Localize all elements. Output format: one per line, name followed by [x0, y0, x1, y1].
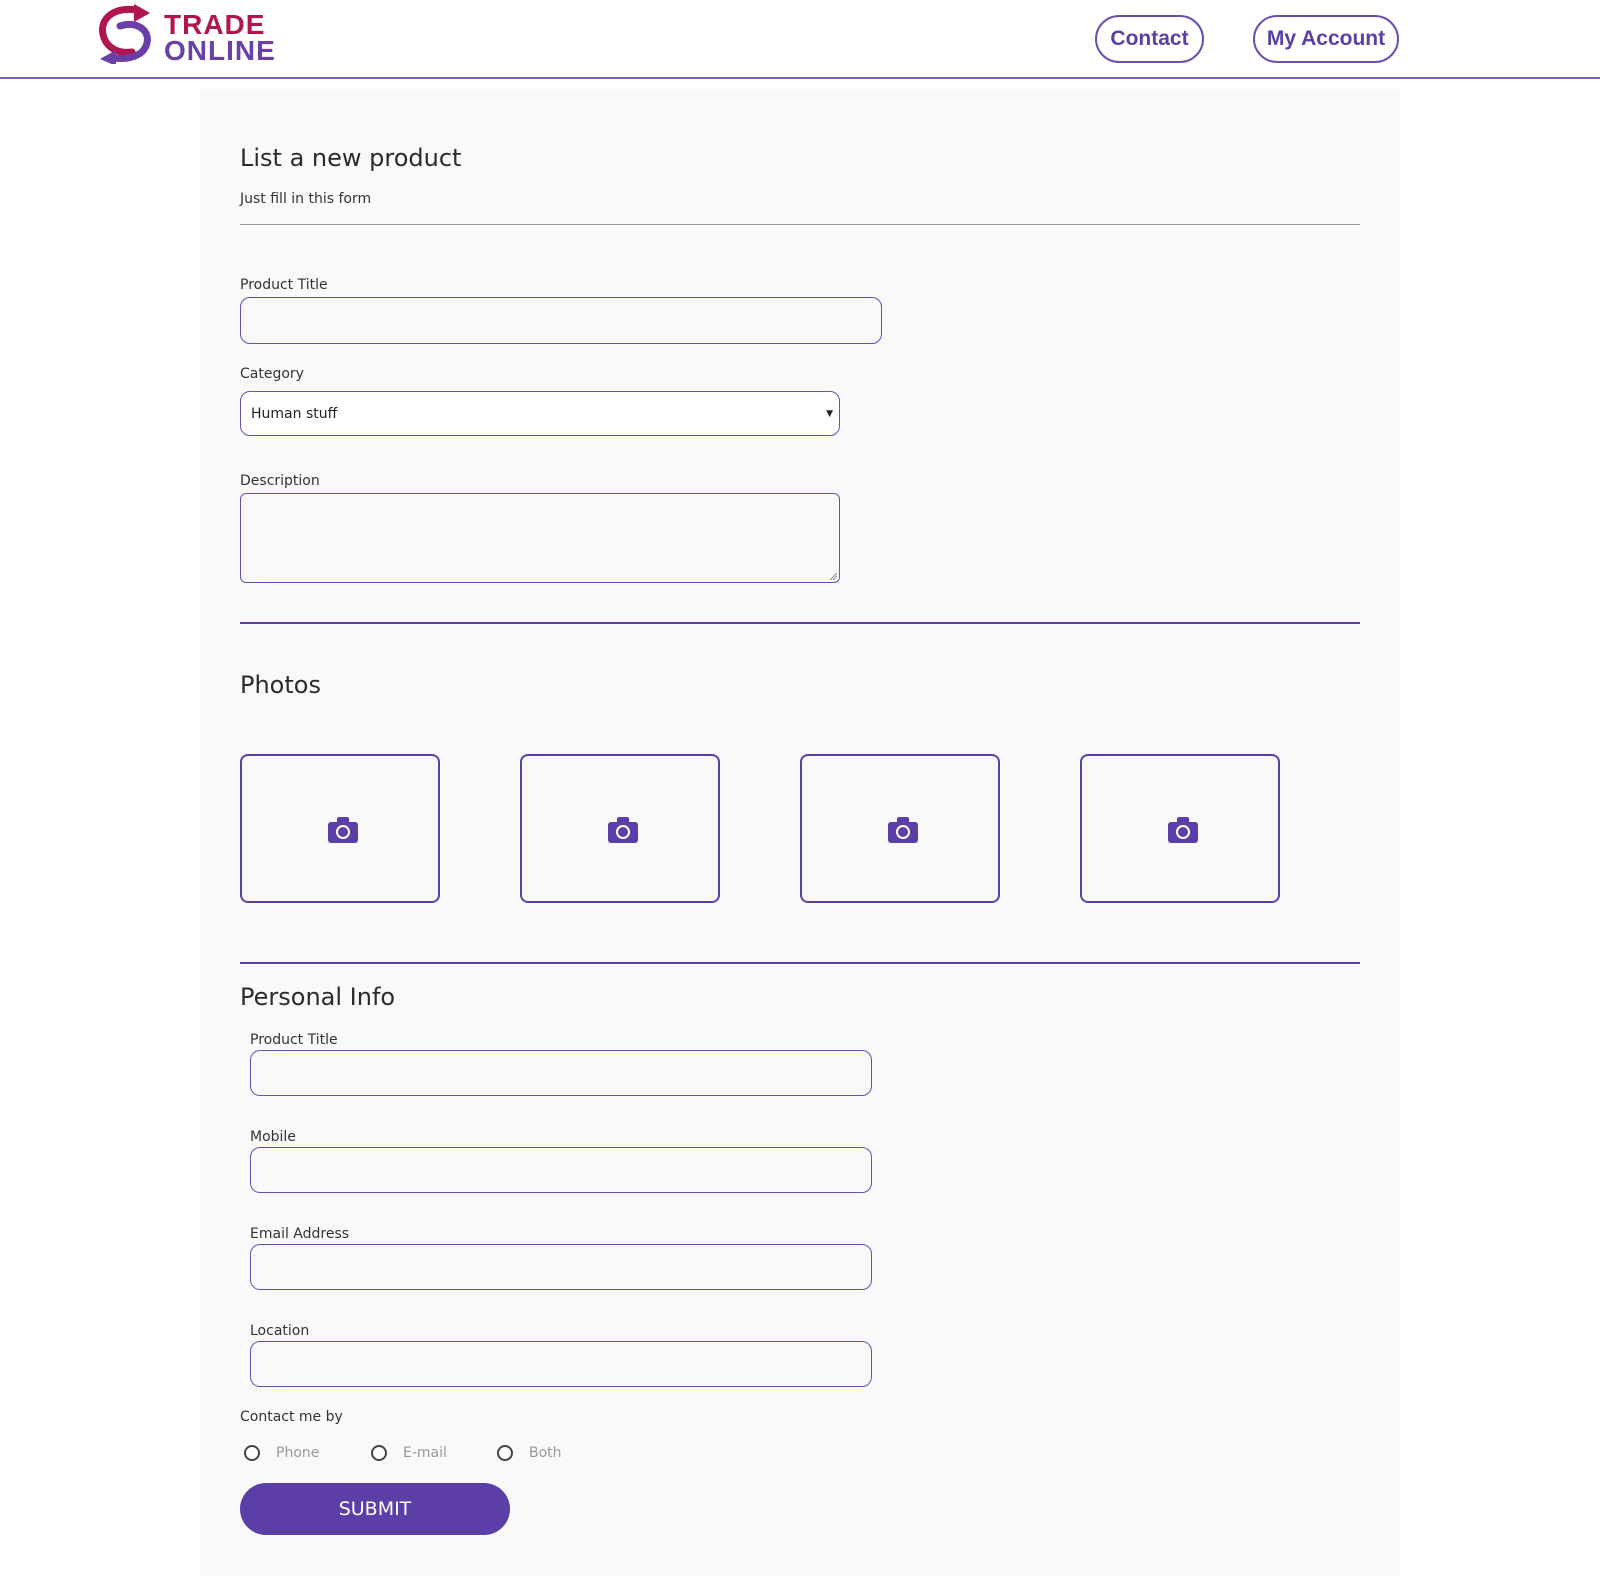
radio-both[interactable]	[497, 1445, 513, 1461]
site-header: TRADE ONLINE Contact My Account	[0, 0, 1600, 79]
section-divider-personal	[240, 962, 1360, 964]
camera-icon	[1168, 817, 1198, 843]
photo-upload-slot-2[interactable]	[520, 754, 720, 903]
contact-option-phone[interactable]: Phone	[244, 1445, 319, 1461]
radio-email[interactable]	[371, 1445, 387, 1461]
product-title-label: Product Title	[240, 277, 328, 293]
trade-online-logo[interactable]: TRADE ONLINE	[98, 4, 343, 64]
location-label: Location	[250, 1323, 310, 1339]
contact-option-email[interactable]: E-mail	[371, 1445, 447, 1461]
contact-option-both[interactable]: Both	[497, 1445, 562, 1461]
photo-upload-slot-1[interactable]	[240, 754, 440, 903]
email-label: Email Address	[250, 1226, 350, 1242]
radio-phone-label: Phone	[276, 1445, 320, 1461]
personal-product-title-input[interactable]	[250, 1050, 872, 1096]
contact-me-by-label: Contact me by	[240, 1409, 343, 1425]
description-textarea[interactable]	[240, 493, 840, 583]
camera-icon	[888, 817, 918, 843]
dropdown-arrow-icon: ▼	[826, 408, 833, 419]
email-input[interactable]	[250, 1244, 872, 1290]
radio-both-label: Both	[529, 1445, 562, 1461]
camera-icon	[328, 817, 358, 843]
product-title-input[interactable]	[240, 297, 882, 344]
radio-phone[interactable]	[244, 1445, 260, 1461]
category-select[interactable]: Human stuff ▼	[240, 391, 840, 436]
page-title: List a new product	[240, 144, 462, 172]
description-label: Description	[240, 473, 320, 489]
contact-button[interactable]: Contact	[1095, 15, 1204, 63]
category-label: Category	[240, 366, 304, 382]
category-selected-value: Human stuff	[251, 405, 338, 422]
page-subtitle: Just fill in this form	[240, 191, 372, 207]
personal-info-heading: Personal Info	[240, 983, 396, 1011]
personal-product-title-label: Product Title	[250, 1032, 338, 1048]
photo-upload-slot-3[interactable]	[800, 754, 1000, 903]
submit-button[interactable]: SUBMIT	[240, 1483, 510, 1535]
title-divider	[240, 224, 1360, 225]
mobile-input[interactable]	[250, 1147, 872, 1193]
photo-upload-slot-4[interactable]	[1080, 754, 1280, 903]
photos-heading: Photos	[240, 671, 321, 699]
radio-email-label: E-mail	[403, 1445, 447, 1461]
svg-text:ONLINE: ONLINE	[164, 35, 276, 64]
my-account-button[interactable]: My Account	[1253, 15, 1399, 63]
section-divider-photos	[240, 622, 1360, 624]
logo-graphic: TRADE ONLINE	[99, 4, 276, 64]
camera-icon	[608, 817, 638, 843]
mobile-label: Mobile	[250, 1129, 296, 1145]
location-input[interactable]	[250, 1341, 872, 1387]
resize-handle-icon[interactable]	[829, 572, 837, 580]
